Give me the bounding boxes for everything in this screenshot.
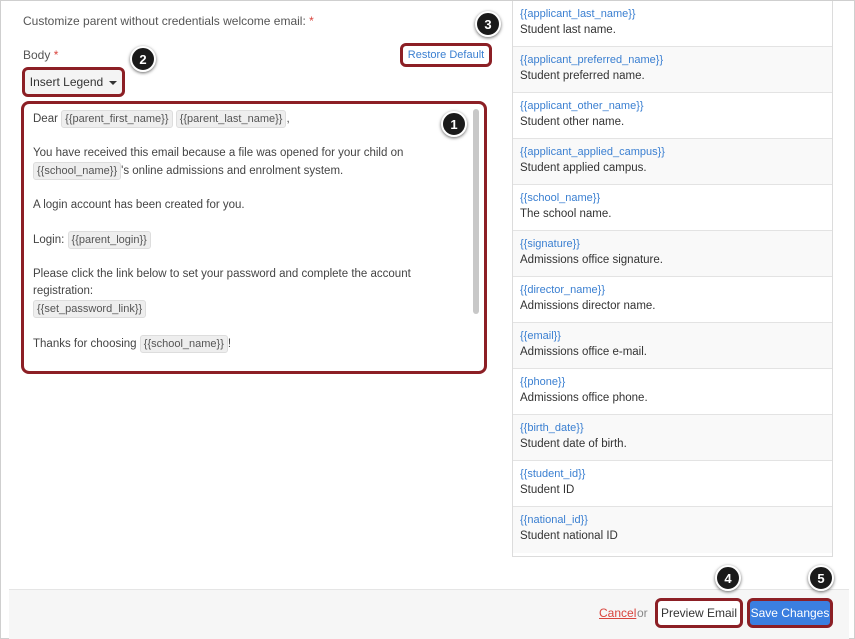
legend-list: {{applicant_last_name}} Student last nam… (512, 1, 833, 557)
customize-email-label: Customize parent without credentials wel… (23, 14, 314, 28)
tag-school-name-2: {{school_name}} (139, 335, 228, 353)
legend-desc: Student ID (520, 484, 575, 496)
legend-code: {{student_id}} (520, 468, 586, 480)
legend-desc: Student national ID (520, 530, 618, 542)
legend-desc: Admissions office phone. (520, 392, 648, 404)
email-template-page: Customize parent without credentials wel… (0, 0, 855, 639)
legend-code: {{applicant_applied_campus}} (520, 146, 665, 158)
legend-desc: The school name. (520, 208, 612, 220)
comma-text: , (286, 113, 290, 125)
preview-email-button[interactable]: Preview Email (655, 598, 743, 628)
legend-code: {{birth_date}} (520, 422, 584, 434)
legend-desc: Student last name. (520, 24, 616, 36)
save-changes-button[interactable]: Save Changes (747, 598, 833, 628)
legend-code: {{email}} (520, 330, 561, 342)
legend-code: {{director_name}} (520, 284, 606, 296)
body-required-mark: * (53, 48, 59, 62)
legend-code: {{phone}} (520, 376, 566, 388)
legend-code: {{school_name}} (520, 192, 601, 204)
cancel-link[interactable]: Cancel (599, 606, 636, 620)
step-badge-3: 3 (475, 11, 501, 37)
legend-item[interactable]: {{national_id}} Student national ID (513, 507, 832, 553)
email-body-content[interactable]: Dear {{parent_first_name}} {{parent_last… (33, 110, 466, 353)
legend-item[interactable]: {{birth_date}} Student date of birth. (513, 415, 832, 461)
required-mark: * (309, 14, 314, 28)
legend-code: {{signature}} (520, 238, 580, 250)
step-badge-5: 5 (808, 565, 834, 591)
legend-code: {{national_id}} (520, 514, 588, 526)
tag-school-name: {{school_name}} (33, 162, 122, 180)
legend-item[interactable]: {{student_id}} Student ID (513, 461, 832, 507)
legend-code: {{applicant_other_name}} (520, 100, 644, 112)
legend-item[interactable]: {{director_name}} Admissions director na… (513, 277, 832, 323)
legend-code: {{applicant_last_name}} (520, 8, 636, 20)
legend-item[interactable]: {{applicant_preferred_name}} Student pre… (513, 47, 832, 93)
legend-desc: Admissions office signature. (520, 254, 663, 266)
legend-code: {{applicant_preferred_name}} (520, 54, 664, 66)
body-line-1: You have received this email because a f… (33, 147, 404, 159)
body-label: Body * (23, 48, 58, 62)
legend-desc: Admissions director name. (520, 300, 656, 312)
caret-down-icon (109, 81, 118, 85)
legend-item[interactable]: {{phone}} Admissions office phone. (513, 369, 832, 415)
legend-item[interactable]: {{email}} Admissions office e-mail. (513, 323, 832, 369)
body-label-text: Body (23, 48, 51, 62)
legend-desc: Admissions office e-mail. (520, 346, 647, 358)
dear-text: Dear (33, 113, 58, 125)
step-badge-1: 1 (441, 111, 467, 137)
or-text: or (637, 606, 648, 620)
login-label: Login: (33, 234, 65, 246)
step-badge-2: 2 (130, 46, 156, 72)
tag-parent-last-name: {{parent_last_name}} (175, 110, 287, 128)
tag-set-password-link: {{set_password_link}} (33, 300, 147, 318)
editor-scrollbar[interactable] (473, 109, 479, 314)
legend-desc: Student preferred name. (520, 70, 645, 82)
legend-item[interactable]: {{applicant_applied_campus}} Student app… (513, 139, 832, 185)
insert-legend-dropdown[interactable]: Insert Legend (22, 67, 125, 97)
body-line-3: Please click the link below to set your … (33, 268, 411, 297)
legend-item[interactable]: {{school_name}} The school name. (513, 185, 832, 231)
legend-item[interactable]: {{applicant_last_name}} Student last nam… (513, 1, 832, 47)
insert-legend-label: Insert Legend (29, 75, 104, 89)
step-badge-4: 4 (715, 565, 741, 591)
exclaim-text: ! (227, 338, 232, 350)
customize-label-text: Customize parent without credentials wel… (23, 14, 306, 28)
legend-item[interactable]: {{applicant_other_name}} Student other n… (513, 93, 832, 139)
legend-item[interactable]: {{signature}} Admissions office signatur… (513, 231, 832, 277)
tag-parent-login: {{parent_login}} (67, 231, 151, 249)
email-body-editor[interactable]: Dear {{parent_first_name}} {{parent_last… (21, 101, 487, 374)
body-line-2: A login account has been created for you… (33, 199, 245, 211)
legend-desc: Student other name. (520, 116, 625, 128)
legend-desc: Student applied campus. (520, 162, 647, 174)
tag-parent-first-name: {{parent_first_name}} (61, 110, 173, 128)
thanks-text: Thanks for choosing (33, 338, 137, 350)
legend-desc: Student date of birth. (520, 438, 627, 450)
restore-default-button[interactable]: Restore Default (400, 43, 492, 67)
body-line-1b: 's online admissions and enrolment syste… (121, 165, 344, 177)
